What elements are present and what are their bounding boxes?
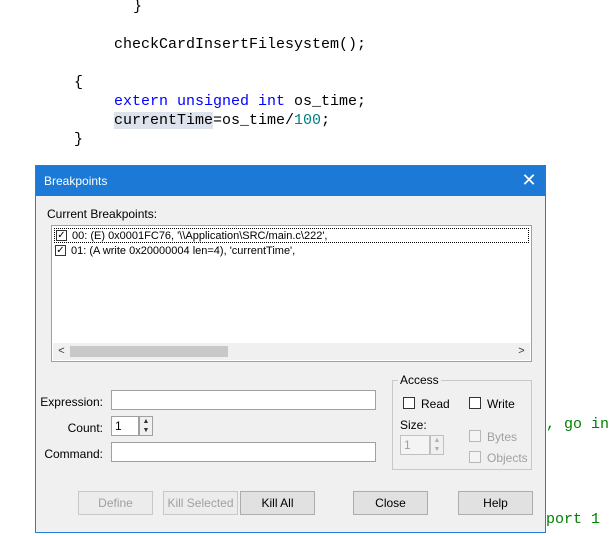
breakpoints-dialog: Breakpoints ✕ Current Breakpoints: ✓ 00:…: [35, 165, 546, 533]
size-spinner[interactable]: ▲ ▼: [430, 435, 444, 455]
access-group: Access Read Write Size: 1 ▲ ▼ Bytes Obje…: [392, 373, 532, 470]
kill-selected-button[interactable]: Kill Selected: [163, 491, 238, 515]
spin-up-icon[interactable]: ▲: [140, 417, 152, 426]
code-keyword: extern unsigned int: [114, 93, 286, 110]
expression-input[interactable]: [111, 390, 376, 410]
breakpoint-row-0[interactable]: ✓ 00: (E) 0x0001FC76, '\\Application\SRC…: [54, 228, 529, 243]
spin-down-icon[interactable]: ▼: [431, 445, 443, 454]
bytes-checkbox[interactable]: [469, 430, 481, 442]
code-line-2: checkCardInsertFilesystem();: [114, 36, 367, 53]
read-checkbox[interactable]: [403, 397, 415, 409]
breakpoint-enable-checkbox[interactable]: ✓: [56, 230, 67, 241]
read-label: Read: [421, 397, 450, 411]
bytes-label: Bytes: [487, 430, 518, 444]
breakpoints-list[interactable]: ✓ 00: (E) 0x0001FC76, '\\Application\SRC…: [51, 225, 532, 362]
objects-label: Objects: [487, 451, 528, 465]
scrollbar-thumb[interactable]: [70, 346, 228, 357]
write-label: Write: [487, 397, 515, 411]
code-line-6: }: [74, 131, 84, 148]
objects-checkbox[interactable]: [469, 451, 481, 463]
scroll-right-icon[interactable]: >: [514, 344, 529, 359]
code-line-5: currentTime=os_time/100;: [114, 112, 330, 129]
breakpoint-text: 01: (A write 0x20000004 len=4), 'current…: [71, 245, 296, 257]
access-label: Access: [398, 373, 441, 387]
help-button[interactable]: Help: [458, 491, 533, 515]
size-input[interactable]: 1: [400, 435, 430, 455]
code-text: ;: [321, 112, 331, 129]
code-text: os_time;: [285, 93, 367, 110]
define-button[interactable]: Define: [78, 491, 153, 515]
code-comment-fragment: port 1: [546, 511, 601, 528]
expression-label: Expression:: [40, 395, 103, 409]
horizontal-scrollbar[interactable]: < >: [53, 343, 530, 360]
command-label: Command:: [44, 447, 103, 461]
kill-all-button[interactable]: Kill All: [240, 491, 315, 515]
code-highlighted-variable: currentTime: [114, 112, 214, 129]
count-spinner[interactable]: ▲ ▼: [139, 416, 153, 436]
spin-up-icon[interactable]: ▲: [431, 436, 443, 445]
command-input[interactable]: [111, 442, 376, 462]
code-line-1: }: [133, 0, 143, 15]
code-line-3: {: [74, 74, 84, 91]
code-comment-fragment: , go in: [546, 416, 610, 433]
count-label: Count:: [67, 421, 103, 435]
write-checkbox[interactable]: [469, 397, 481, 409]
size-label: Size:: [400, 418, 427, 432]
breakpoint-row-1[interactable]: ✓ 01: (A write 0x20000004 len=4), 'curre…: [54, 244, 529, 259]
scroll-left-icon[interactable]: <: [54, 344, 69, 359]
breakpoint-enable-checkbox[interactable]: ✓: [55, 245, 66, 256]
close-icon[interactable]: ✕: [519, 170, 539, 190]
spin-down-icon[interactable]: ▼: [140, 426, 152, 435]
breakpoint-text: 00: (E) 0x0001FC76, '\\Application\SRC/m…: [72, 230, 328, 242]
count-input[interactable]: 1: [111, 416, 139, 436]
dialog-title: Breakpoints: [44, 174, 108, 188]
dialog-titlebar[interactable]: Breakpoints ✕: [36, 166, 545, 196]
current-breakpoints-label: Current Breakpoints:: [47, 207, 158, 221]
close-button[interactable]: Close: [353, 491, 428, 515]
code-number: 100: [294, 112, 322, 129]
code-text: =os_time/: [213, 112, 295, 129]
code-line-4: extern unsigned int os_time;: [114, 93, 366, 110]
